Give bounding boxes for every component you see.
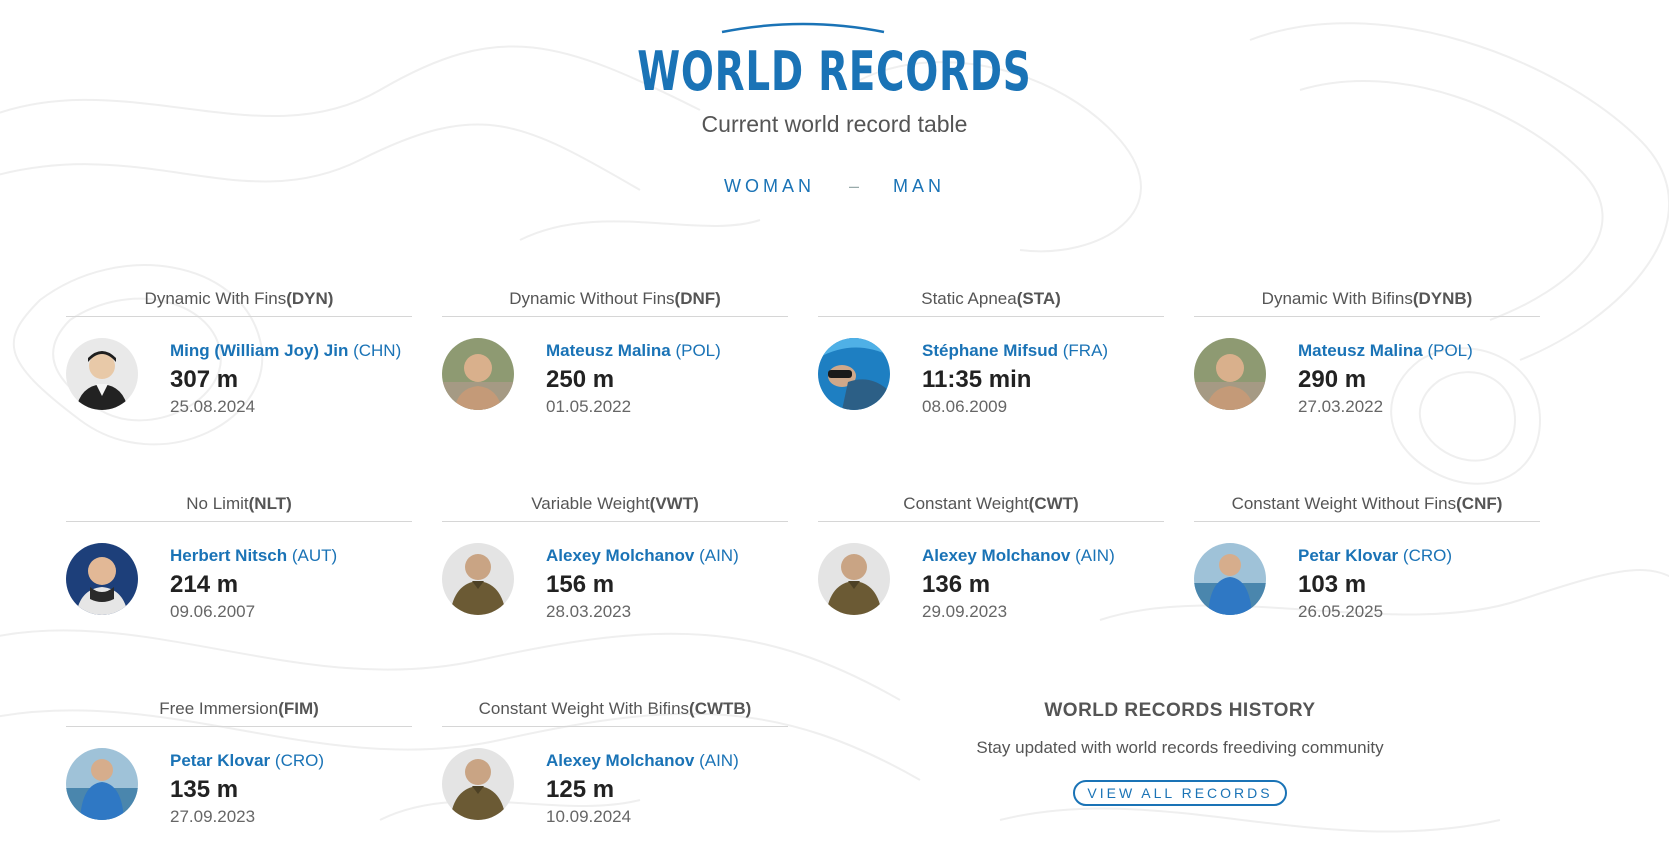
- tab-separator: –: [848, 176, 859, 196]
- record-date: 29.09.2023: [922, 602, 1008, 621]
- athlete-country: (POL): [675, 341, 721, 360]
- athlete-country: (CRO): [1402, 546, 1453, 565]
- record-card-nlt[interactable]: No Limit(NLT) Herbert Nitsch (AUT) 214 m…: [66, 487, 412, 637]
- record-date: 26.05.2025: [1298, 602, 1384, 621]
- athlete-avatar: [818, 543, 890, 615]
- athlete-name[interactable]: Alexey Molchanov: [546, 751, 694, 770]
- record-card-fim[interactable]: Free Immersion(FIM) Petar Klovar (CRO) 1…: [66, 692, 412, 842]
- history-title: WORLD RECORDS HISTORY: [1044, 700, 1316, 721]
- athlete-country: (FRA): [1062, 341, 1109, 360]
- discipline-heading: Dynamic Without Fins(DNF): [442, 282, 788, 317]
- athlete-avatar: [66, 748, 138, 820]
- athlete-line: Mateusz Malina (POL): [546, 340, 786, 362]
- athlete-name[interactable]: Petar Klovar: [1298, 546, 1398, 565]
- world-records-history: WORLD RECORDS HISTORY Stay updated with …: [900, 700, 1460, 806]
- record-value: 250 m: [546, 366, 615, 393]
- athlete-avatar: [818, 338, 890, 410]
- discipline-heading: Static Apnea(STA): [818, 282, 1164, 317]
- record-value: 103 m: [1298, 571, 1367, 598]
- athlete-line: Petar Klovar (CRO): [1298, 545, 1538, 567]
- discipline-heading: Constant Weight(CWT): [818, 487, 1164, 522]
- record-date: 01.05.2022: [546, 397, 632, 416]
- record-value: 136 m: [922, 571, 991, 598]
- athlete-line: Alexey Molchanov (AIN): [922, 545, 1162, 567]
- athlete-line: Stéphane Mifsud (FRA): [922, 340, 1162, 362]
- record-value: 135 m: [170, 776, 239, 803]
- record-date: 28.03.2023: [546, 602, 632, 621]
- record-card-dnf[interactable]: Dynamic Without Fins(DNF) Mateusz Malina…: [442, 282, 788, 432]
- athlete-name[interactable]: Petar Klovar: [170, 751, 270, 770]
- athlete-country: (AIN): [699, 546, 739, 565]
- athlete-avatar: [1194, 338, 1266, 410]
- athlete-country: (AIN): [699, 751, 739, 770]
- athlete-avatar: [442, 748, 514, 820]
- athlete-line: Herbert Nitsch (AUT): [170, 545, 410, 567]
- discipline-heading: Dynamic With Bifins(DYNB): [1194, 282, 1540, 317]
- athlete-avatar: [442, 338, 514, 410]
- record-value: 290 m: [1298, 366, 1367, 393]
- record-date: 09.06.2007: [170, 602, 256, 621]
- record-date: 27.03.2022: [1298, 397, 1384, 416]
- record-card-cwtb[interactable]: Constant Weight With Bifins(CWTB) Alexey…: [442, 692, 788, 842]
- athlete-line: Alexey Molchanov (AIN): [546, 750, 786, 772]
- record-card-vwt[interactable]: Variable Weight(VWT) Alexey Molchanov (A…: [442, 487, 788, 637]
- discipline-heading: Free Immersion(FIM): [66, 692, 412, 727]
- athlete-avatar: [66, 543, 138, 615]
- record-card-dyn[interactable]: Dynamic With Fins(DYN) Ming (William Joy…: [66, 282, 412, 432]
- athlete-line: Alexey Molchanov (AIN): [546, 545, 786, 567]
- athlete-name[interactable]: Herbert Nitsch: [170, 546, 287, 565]
- record-date: 25.08.2024: [170, 397, 256, 416]
- discipline-heading: Dynamic With Fins(DYN): [66, 282, 412, 317]
- record-value: 11:35 min: [922, 366, 1032, 393]
- discipline-heading: Constant Weight Without Fins(CNF): [1194, 487, 1540, 522]
- tab-woman[interactable]: WOMAN: [724, 176, 815, 197]
- athlete-line: Ming (William Joy) Jin (CHN): [170, 340, 410, 362]
- athlete-country: (AIN): [1075, 546, 1115, 565]
- record-date: 27.09.2023: [170, 807, 256, 826]
- record-card-cwt[interactable]: Constant Weight(CWT) Alexey Molchanov (A…: [818, 487, 1164, 637]
- athlete-name[interactable]: Alexey Molchanov: [546, 546, 694, 565]
- page-title: WORLD RECORDS: [637, 40, 1032, 103]
- tab-man[interactable]: MAN: [893, 176, 945, 197]
- discipline-heading: No Limit(NLT): [66, 487, 412, 522]
- world-records-section: WORLD RECORDS Current world record table…: [0, 0, 1669, 868]
- athlete-name[interactable]: Stéphane Mifsud: [922, 341, 1058, 360]
- athlete-name[interactable]: Mateusz Malina: [1298, 341, 1423, 360]
- record-date: 08.06.2009: [922, 397, 1008, 416]
- discipline-heading: Variable Weight(VWT): [442, 487, 788, 522]
- athlete-line: Petar Klovar (CRO): [170, 750, 410, 772]
- header-arc-decoration: [721, 22, 885, 34]
- athlete-country: (AUT): [291, 546, 338, 565]
- history-subtitle: Stay updated with world records freedivi…: [976, 738, 1384, 757]
- record-card-dynb[interactable]: Dynamic With Bifins(DYNB) Mateusz Malina…: [1194, 282, 1540, 432]
- athlete-name[interactable]: Alexey Molchanov: [922, 546, 1070, 565]
- discipline-heading: Constant Weight With Bifins(CWTB): [442, 692, 788, 727]
- athlete-avatar: [66, 338, 138, 410]
- record-card-sta[interactable]: Static Apnea(STA) Stéphane Mifsud (FRA) …: [818, 282, 1164, 432]
- view-all-records-button[interactable]: VIEW ALL RECORDS: [1073, 780, 1287, 806]
- gender-tabs: WOMAN – MAN: [0, 176, 1669, 197]
- athlete-name[interactable]: Ming (William Joy) Jin: [170, 341, 348, 360]
- record-value: 307 m: [170, 366, 239, 393]
- athlete-line: Mateusz Malina (POL): [1298, 340, 1538, 362]
- athlete-country: (CHN): [353, 341, 402, 360]
- athlete-country: (CRO): [274, 751, 325, 770]
- record-date: 10.09.2024: [546, 807, 632, 826]
- page-subtitle: Current world record table: [701, 111, 968, 137]
- athlete-name[interactable]: Mateusz Malina: [546, 341, 671, 360]
- record-card-cnf[interactable]: Constant Weight Without Fins(CNF) Petar …: [1194, 487, 1540, 637]
- athlete-country: (POL): [1427, 341, 1473, 360]
- athlete-avatar: [1194, 543, 1266, 615]
- record-value: 214 m: [170, 571, 239, 598]
- record-value: 156 m: [546, 571, 615, 598]
- athlete-avatar: [442, 543, 514, 615]
- record-value: 125 m: [546, 776, 615, 803]
